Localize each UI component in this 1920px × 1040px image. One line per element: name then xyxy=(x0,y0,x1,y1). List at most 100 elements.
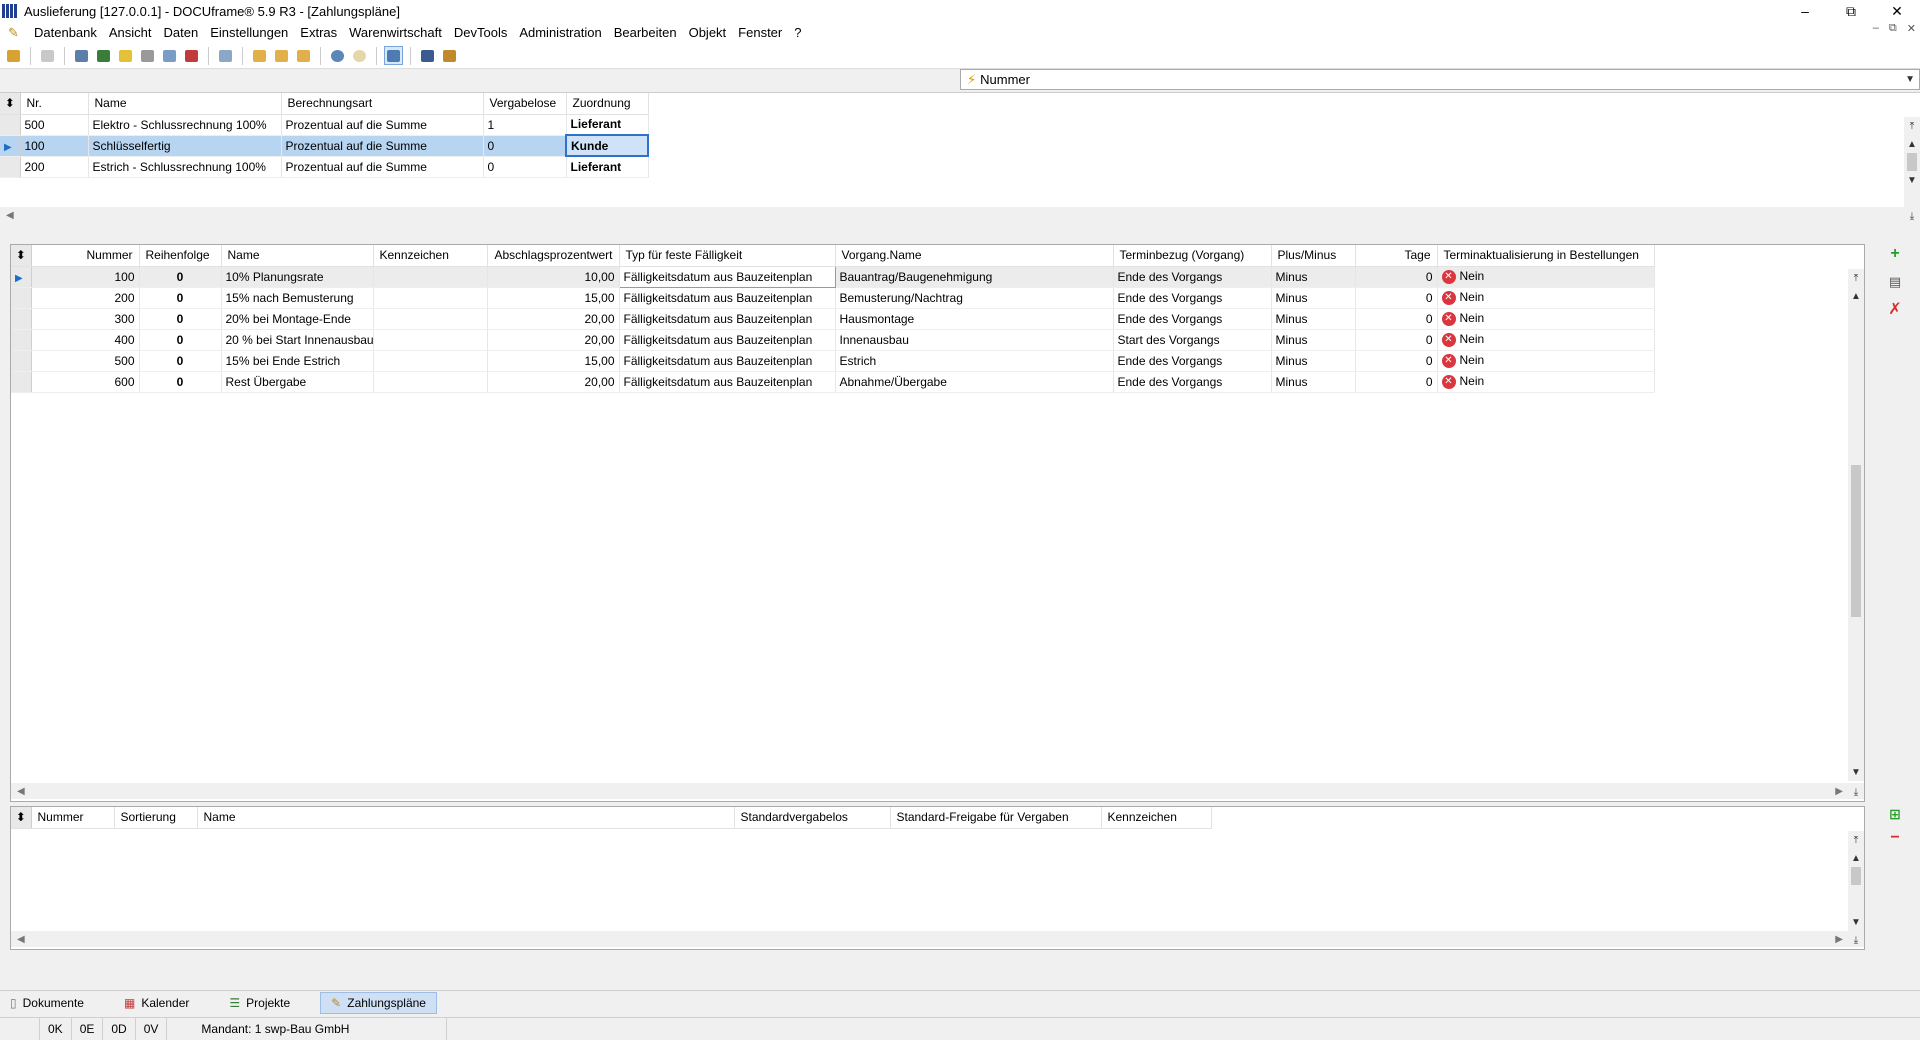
table-row-current[interactable]: ▶ 100 0 10% Planungsrate 10,00 Fälligkei… xyxy=(11,265,1655,288)
table-cell[interactable]: ✕ Nein xyxy=(1437,287,1655,309)
column-header[interactable]: Standard-Freigabe für Vergaben xyxy=(890,807,1102,829)
column-header[interactable]: Vorgang.Name xyxy=(835,245,1114,267)
new-folder-icon[interactable] xyxy=(250,46,269,65)
table-cell[interactable]: 15,00 xyxy=(487,350,620,372)
table-cell[interactable]: 20,00 xyxy=(487,329,620,351)
list-icon[interactable] xyxy=(94,46,113,65)
table-cell[interactable]: Ende des Vorgangs xyxy=(1113,371,1272,393)
scroll-left-icon[interactable]: ◀ xyxy=(6,210,14,221)
table-cell[interactable]: 100 xyxy=(20,135,89,157)
table-row-selected[interactable]: ▶ 100 Schlüsselfertig Prozentual auf die… xyxy=(0,134,649,157)
scroll-right-icon[interactable]: ▶ xyxy=(1835,786,1843,797)
table-cell[interactable]: Fälligkeitsdatum aus Bauzeitenplan xyxy=(619,287,836,309)
table-cell[interactable]: 200 xyxy=(31,287,140,309)
attachment-icon[interactable] xyxy=(138,46,157,65)
column-header[interactable]: Name xyxy=(88,93,282,115)
table-cell[interactable]: ✕ Nein xyxy=(1437,308,1655,330)
row-selector[interactable] xyxy=(0,114,21,136)
table-cell[interactable]: Minus xyxy=(1271,308,1356,330)
table-cell[interactable]: Estrich xyxy=(835,350,1114,372)
table-cell[interactable]: 20% bei Montage-Ende xyxy=(221,308,374,330)
mdi-close-icon[interactable]: ✕ xyxy=(1907,22,1916,35)
menu-bearbeiten[interactable]: Bearbeiten xyxy=(608,25,683,40)
vertical-scrollbar[interactable]: ⤒ ▲ ▼ xyxy=(1848,269,1864,781)
table-cell[interactable]: 15,00 xyxy=(487,287,620,309)
table-cell[interactable]: 10,00 xyxy=(487,266,620,288)
table-cell[interactable]: 0 xyxy=(139,266,222,288)
scroll-top-icon[interactable]: ⤒ xyxy=(1848,831,1864,849)
table-cell[interactable]: 20,00 xyxy=(487,371,620,393)
address-card-icon[interactable] xyxy=(72,46,91,65)
row-selector[interactable] xyxy=(11,350,32,372)
column-header[interactable]: Terminbezug (Vorgang) xyxy=(1113,245,1272,267)
scroll-up-icon[interactable]: ▲ xyxy=(1848,287,1864,305)
table-cell[interactable]: Minus xyxy=(1271,287,1356,309)
table-cell[interactable]: 0 xyxy=(1355,266,1438,288)
column-header[interactable]: Vergabelose xyxy=(483,93,567,115)
table-cell[interactable]: Ende des Vorgangs xyxy=(1113,287,1272,309)
scroll-bottom-icon[interactable]: ⤓ xyxy=(1904,207,1920,225)
table-cell[interactable]: 200 xyxy=(20,156,89,178)
table-cell[interactable]: Rest Übergabe xyxy=(221,371,374,393)
horizontal-scrollbar[interactable]: ◀ xyxy=(0,207,1904,223)
table-row[interactable]: 200 0 15% nach Bemusterung 15,00 Fälligk… xyxy=(11,287,1655,309)
table-row[interactable]: 600 0 Rest Übergabe 20,00 Fälligkeitsdat… xyxy=(11,371,1655,393)
column-header[interactable]: Nummer xyxy=(31,807,115,829)
layout-view-icon[interactable] xyxy=(384,46,403,65)
mdi-minimize-icon[interactable]: – xyxy=(1873,22,1879,35)
phone-icon[interactable] xyxy=(216,46,235,65)
scroll-top-icon[interactable]: ⤒ xyxy=(1848,269,1864,287)
table-cell[interactable]: 0 xyxy=(139,287,222,309)
close-button[interactable]: ✕ xyxy=(1874,0,1920,22)
scroll-bottom-button[interactable]: ⤓ xyxy=(1904,207,1920,223)
scroll-up-icon[interactable]: ▲ xyxy=(1848,849,1864,867)
table-cell[interactable]: Prozentual auf die Summe xyxy=(281,114,484,136)
table-cell[interactable]: Ende des Vorgangs xyxy=(1113,308,1272,330)
column-header[interactable]: Typ für feste Fälligkeit xyxy=(619,245,836,267)
table-cell[interactable]: ✕ Nein xyxy=(1437,350,1655,372)
scroll-top-icon[interactable]: ⤒ xyxy=(1904,117,1920,135)
menu-administration[interactable]: Administration xyxy=(513,25,607,40)
scroll-left-icon[interactable]: ◀ xyxy=(17,786,25,797)
table-cell[interactable]: Innenausbau xyxy=(835,329,1114,351)
scroll-down-icon[interactable]: ▼ xyxy=(1848,913,1864,931)
menu-einstellungen[interactable]: Einstellungen xyxy=(204,25,294,40)
horizontal-scrollbar[interactable]: ◀ ▶ xyxy=(11,783,1849,799)
calendar-icon[interactable] xyxy=(182,46,201,65)
table-cell[interactable] xyxy=(373,308,488,330)
table-cell[interactable]: 15% nach Bemusterung xyxy=(221,287,374,309)
table-row[interactable]: 500 Elektro - Schlussrechnung 100% Proze… xyxy=(0,114,649,136)
table-cell[interactable]: Bemusterung/Nachtrag xyxy=(835,287,1114,309)
table-cell[interactable]: Prozentual auf die Summe xyxy=(281,135,484,157)
column-header[interactable]: Nummer xyxy=(31,245,140,267)
print-icon[interactable] xyxy=(38,46,57,65)
table-cell[interactable]: Fälligkeitsdatum aus Bauzeitenplan xyxy=(619,308,836,330)
scroll-thumb[interactable] xyxy=(1851,867,1861,885)
table-cell[interactable] xyxy=(373,371,488,393)
scroll-down-icon[interactable]: ▼ xyxy=(1848,763,1864,781)
table-cell[interactable]: Schlüsselfertig xyxy=(88,135,282,157)
pen-icon[interactable]: ✎ xyxy=(8,25,24,40)
tab-kalender[interactable]: ▦ Kalender xyxy=(114,992,199,1014)
search-next-icon[interactable] xyxy=(350,46,369,65)
table-cell[interactable]: 600 xyxy=(31,371,140,393)
table-cell[interactable]: 0 xyxy=(1355,308,1438,330)
table-cell[interactable]: Ende des Vorgangs xyxy=(1113,266,1272,288)
table-cell[interactable]: Minus xyxy=(1271,371,1356,393)
column-header[interactable]: Standardvergabelos xyxy=(734,807,891,829)
search-icon[interactable] xyxy=(328,46,347,65)
table-row[interactable]: 200 Estrich - Schlussrechnung 100% Proze… xyxy=(0,156,649,178)
menu-fenster[interactable]: Fenster xyxy=(732,25,788,40)
table-cell[interactable]: 500 xyxy=(31,350,140,372)
menu-datenbank[interactable]: Datenbank xyxy=(28,25,103,40)
delete-icon[interactable]: ✗ xyxy=(1888,300,1901,320)
scroll-right-icon[interactable]: ▶ xyxy=(1835,934,1843,945)
table-cell[interactable]: Abnahme/Übergabe xyxy=(835,371,1114,393)
details-icon[interactable]: ▤ xyxy=(1889,272,1901,292)
scroll-bottom-icon[interactable]: ⤓ xyxy=(1848,783,1864,801)
settings-icon[interactable] xyxy=(440,46,459,65)
table-cell[interactable]: 20 % bei Start Innenausbau xyxy=(221,329,374,351)
column-header[interactable]: Name xyxy=(221,245,374,267)
table-cell[interactable]: ✕ Nein xyxy=(1437,329,1655,351)
table-cell[interactable] xyxy=(373,350,488,372)
